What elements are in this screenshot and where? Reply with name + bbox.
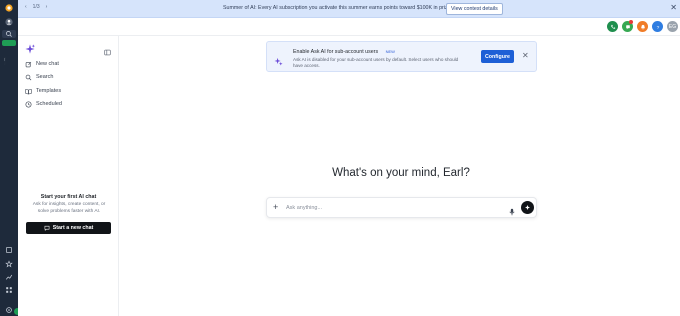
top-bar: ? EG <box>18 18 680 36</box>
prompt-box: + <box>266 197 537 218</box>
close-icon[interactable]: ✕ <box>670 3 677 13</box>
chat-bubble-icon <box>44 225 50 231</box>
search-icon[interactable] <box>2 30 16 38</box>
reporting-icon[interactable] <box>4 272 14 282</box>
help-icon[interactable]: ? <box>652 21 663 32</box>
empty-state-title: Start your first AI chat <box>40 194 97 200</box>
app-marketplace-icon[interactable] <box>4 285 14 295</box>
notice-title-text: Enable Ask AI for sub-account users <box>293 49 379 55</box>
user-icon[interactable] <box>4 17 14 27</box>
sidebar-item-search[interactable]: Search <box>25 72 53 82</box>
empty-state-subtitle: Ask for insights, create content, or sol… <box>32 202 106 214</box>
banner-pager: ‹ 1/3 › <box>25 4 47 10</box>
svg-text:?: ? <box>656 24 659 29</box>
search-icon <box>25 74 32 80</box>
send-button[interactable] <box>521 201 534 214</box>
rail-nav-icons <box>1 52 17 242</box>
notice-description: Ask AI is disabled for your sub-account … <box>293 57 459 68</box>
microphone-icon[interactable] <box>508 203 516 221</box>
compose-icon <box>25 61 32 67</box>
new-badge: NEW <box>385 49 395 54</box>
bell-icon[interactable] <box>637 21 648 32</box>
clock-icon <box>25 101 32 107</box>
chat-main: Enable Ask AI for sub-account users NEW … <box>119 36 680 316</box>
avatar[interactable]: EG <box>667 21 678 32</box>
reviews-icon[interactable] <box>4 245 14 255</box>
collapse-sidebar-icon[interactable] <box>104 43 111 61</box>
banner-counter: 1/3 <box>32 4 40 10</box>
close-icon[interactable]: ✕ <box>522 51 529 61</box>
app-rail <box>0 0 21 316</box>
sparkle-icon <box>25 41 35 59</box>
sidebar-item-label: Scheduled <box>36 101 62 107</box>
book-icon <box>25 88 32 94</box>
banner-text: Summer of AI: Every AI subscription you … <box>223 5 455 11</box>
sub-account-notice: Enable Ask AI for sub-account users NEW … <box>266 41 537 72</box>
sidebar-item-templates[interactable]: Templates <box>25 86 61 96</box>
location-badge-icon[interactable] <box>4 3 14 13</box>
sparkle-icon <box>274 53 283 66</box>
start-new-chat-label: Start a new chat <box>52 225 94 231</box>
sidebar-item-label: Search <box>36 74 54 80</box>
sidebar-item-label: Templates <box>36 88 62 94</box>
chat-sidebar: New chat Search Templates Scheduled Star… <box>18 36 119 316</box>
configure-button[interactable]: Configure <box>481 50 514 63</box>
star-icon[interactable] <box>4 259 14 269</box>
promo-banner: ‹ 1/3 › Summer of AI: Every AI subscript… <box>18 0 680 18</box>
sidebar-item-new-chat[interactable]: New chat <box>25 59 59 69</box>
sidebar-item-label: New chat <box>36 61 59 67</box>
view-contest-button[interactable]: View contest details <box>446 3 503 15</box>
notice-title: Enable Ask AI for sub-account users NEW <box>293 49 397 55</box>
chevron-right-icon[interactable]: › <box>46 4 48 10</box>
start-new-chat-button[interactable]: Start a new chat <box>26 222 111 234</box>
chevron-left-icon[interactable]: ‹ <box>25 4 27 10</box>
prompt-input[interactable] <box>286 203 486 213</box>
greeting-heading: What's on your mind, Earl? <box>332 167 470 179</box>
plus-icon[interactable]: + <box>273 202 278 213</box>
settings-icon[interactable] <box>4 305 14 315</box>
phone-icon[interactable] <box>607 21 618 32</box>
send-icon <box>525 205 530 210</box>
status-indicator-icon <box>2 40 16 46</box>
sidebar-item-scheduled[interactable]: Scheduled <box>25 99 62 109</box>
notification-badge <box>629 20 633 24</box>
